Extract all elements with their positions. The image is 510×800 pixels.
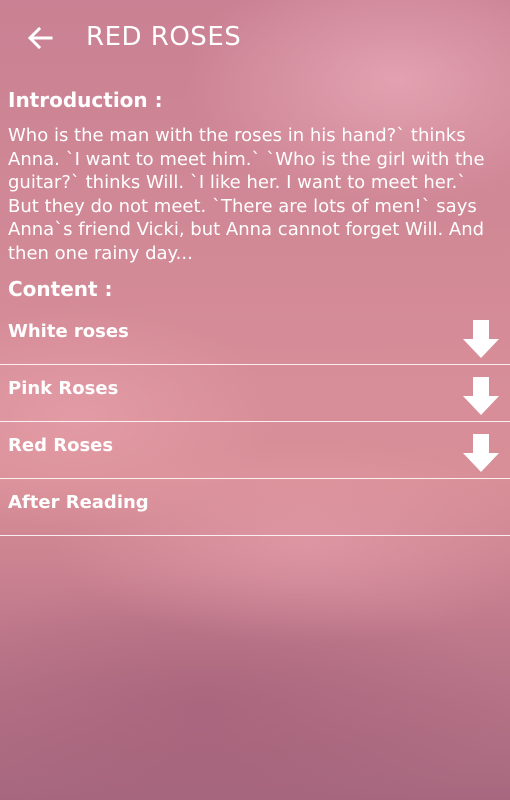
download-arrow-icon[interactable] (462, 376, 500, 416)
chapter-label: After Reading (8, 492, 149, 513)
arrow-left-icon (27, 26, 53, 50)
introduction-heading: Introduction : (8, 88, 163, 112)
download-arrow-icon[interactable] (462, 319, 500, 359)
chapter-item-white-roses[interactable]: White roses (0, 308, 510, 365)
chapter-item-red-roses[interactable]: Red Roses (0, 422, 510, 479)
content-heading: Content : (8, 277, 113, 301)
chapter-item-after-reading[interactable]: After Reading (0, 479, 510, 536)
page-title: RED ROSES (86, 22, 242, 52)
chapter-label: White roses (8, 321, 129, 342)
app-bar: RED ROSES (0, 0, 510, 76)
chapter-item-pink-roses[interactable]: Pink Roses (0, 365, 510, 422)
download-arrow-icon[interactable] (462, 433, 500, 473)
introduction-text: Who is the man with the roses in his han… (8, 125, 485, 264)
chapter-list: White roses Pink Roses Red Roses After R… (0, 308, 510, 536)
chapter-label: Red Roses (8, 435, 114, 456)
chapter-label: Pink Roses (8, 378, 119, 399)
back-button[interactable] (22, 20, 58, 56)
